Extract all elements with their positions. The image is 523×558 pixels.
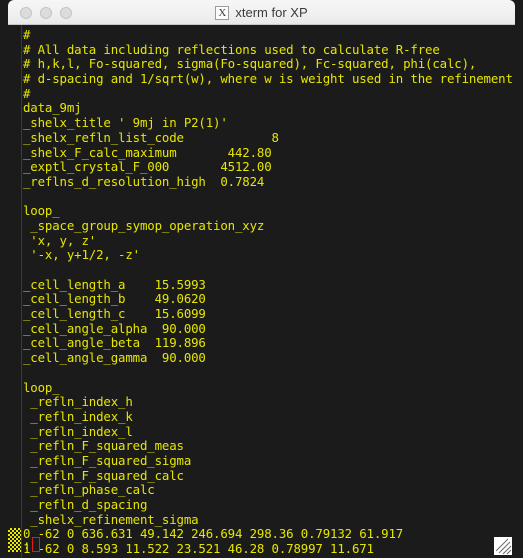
terminal-body[interactable]: # # All data including reflections used t… [8, 25, 515, 558]
terminal-line: loop_ [23, 203, 60, 219]
minimize-button[interactable] [40, 7, 52, 19]
terminal-line: _cell_angle_beta 119.896 [23, 335, 206, 351]
terminal-line: _refln_index_h [23, 394, 133, 410]
terminal-line: # [23, 85, 31, 101]
terminal-line: _cell_length_a 15.5993 [23, 276, 206, 292]
terminal-line: _shelx_title ' 9mj in P2(1)' [23, 115, 228, 131]
resize-grip[interactable] [494, 537, 512, 555]
terminal-line: _shelx_refln_list_code 8 [23, 129, 279, 145]
terminal-line: _shelx_F_calc_maximum 442.80 [23, 144, 272, 160]
terminal-line: _refln_F_squared_calc [23, 467, 184, 483]
terminal-window: X xterm for XP # # All data including ref… [0, 0, 523, 558]
x-logo-icon: X [215, 5, 230, 20]
terminal-line: _cell_angle_alpha 90.000 [23, 320, 206, 336]
terminal-line: _refln_d_spacing [23, 497, 148, 512]
terminal-line: # h,k,l, Fo-squared, sigma(Fo-squared), … [23, 56, 477, 72]
maximize-button[interactable] [60, 7, 72, 19]
terminal-line: data_9mj [23, 100, 82, 116]
terminal-line: # All data including reflections used to… [23, 41, 440, 57]
window-title: xterm for XP [235, 5, 308, 20]
terminal-text-area: # # All data including reflections used t… [23, 25, 515, 558]
terminal-line: _refln_F_squared_sigma [23, 452, 192, 468]
terminal-line: _cell_angle_gamma 90.000 [23, 350, 206, 366]
terminal-line: _reflns_d_resolution_high 0.7824 [23, 173, 265, 189]
terminal-line: # d-spacing and 1/sqrt(w), where w is we… [23, 71, 513, 87]
scrollbar-thumb[interactable] [8, 528, 21, 552]
terminal-line: loop_ [23, 379, 60, 395]
close-button[interactable] [20, 7, 32, 19]
window-titlebar[interactable]: X xterm for XP [8, 0, 515, 25]
terminal-line: _space_group_symop_operation_xyz [23, 217, 265, 233]
terminal-line: 0 -62 0 636.631 49.142 246.694 298.36 0.… [23, 526, 404, 542]
terminal-line: 1 -62 0 8.593 11.522 23.521 46.28 0.7899… [23, 541, 374, 557]
terminal-line: _cell_length_c 15.6099 [23, 306, 206, 322]
terminal-line: '-x, y+1/2, -z' [23, 247, 140, 263]
prompt-symbol: : [23, 536, 31, 552]
terminal-line: _cell_length_b 49.0620 [23, 291, 206, 307]
text-cursor [32, 537, 41, 552]
resize-grip-icon [495, 538, 512, 555]
vertical-scrollbar[interactable] [8, 25, 22, 558]
window-title-group: X xterm for XP [8, 0, 515, 25]
terminal-line: # [23, 27, 31, 42]
terminal-line: _shelx_refinement_sigma [23, 511, 199, 527]
terminal-line: _refln_F_squared_meas [23, 438, 184, 454]
terminal-prompt-line: : [23, 536, 41, 552]
terminal-line: 'x, y, z' [23, 232, 97, 248]
terminal-line: _refln_index_l [23, 423, 133, 439]
terminal-line: _exptl_crystal_F_000 4512.00 [23, 159, 272, 175]
window-controls [20, 7, 72, 19]
terminal-line: _refln_phase_calc [23, 482, 155, 498]
terminal-line: _refln_index_k [23, 408, 133, 424]
